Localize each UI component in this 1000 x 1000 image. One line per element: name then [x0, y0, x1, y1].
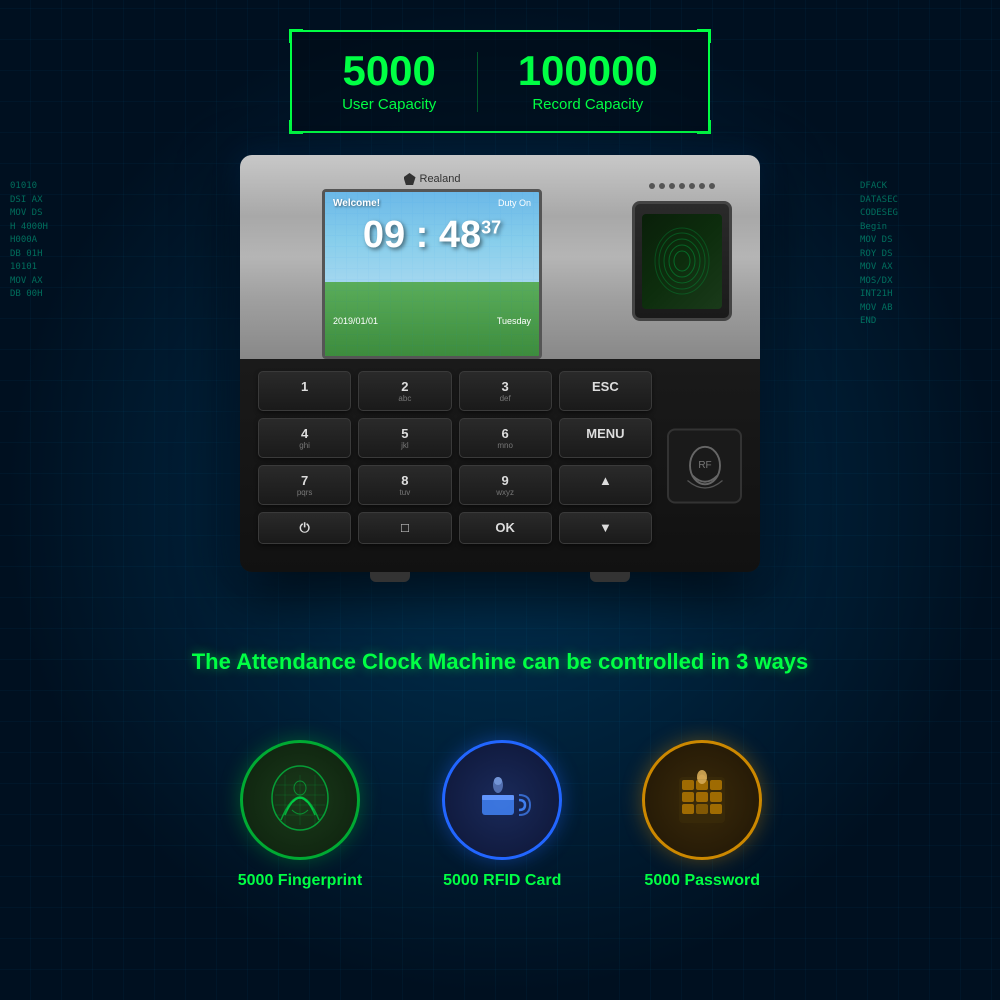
user-capacity-label: User Capacity	[342, 96, 436, 113]
bottom-section: 5000 Fingerprint 5000 RFID Card	[0, 680, 1000, 1000]
lcd-date: 2019/01/01	[333, 316, 378, 326]
tagline-text: The Attendance Clock Machine can be cont…	[30, 649, 970, 675]
feature-rfid: 5000 RFID Card	[442, 740, 562, 890]
record-capacity-number: 100000	[518, 50, 658, 92]
corner-bracket-br	[697, 120, 711, 134]
key--[interactable]: ⏻	[258, 512, 351, 544]
record-capacity-label: Record Capacity	[518, 96, 658, 113]
brand-icon	[404, 173, 416, 185]
stat-divider	[477, 52, 478, 112]
key-2[interactable]: 2abc	[358, 371, 451, 411]
lcd-duty-text: Duty On	[498, 198, 531, 208]
lcd-hours-minutes: 09 : 48	[363, 214, 481, 256]
led-dot-5	[689, 183, 695, 189]
lcd-day: Tuesday	[497, 316, 531, 326]
key-esc[interactable]: ESC	[559, 371, 652, 411]
device-bottom-panel: 12abc3defESC 4ghi5jkl6mnoMENU 7pqrs8tuv9wx…	[240, 359, 760, 572]
key-menu[interactable]: MENU	[559, 418, 652, 458]
key-8[interactable]: 8tuv	[358, 465, 451, 505]
led-dot-4	[679, 183, 685, 189]
feature-circle-fingerprint	[240, 740, 360, 860]
record-capacity-stat: 100000 Record Capacity	[518, 50, 658, 113]
fingerprint-sensor-visual	[652, 224, 712, 299]
user-capacity-number: 5000	[342, 50, 436, 92]
key-3[interactable]: 3def	[459, 371, 552, 411]
key-6[interactable]: 6mno	[459, 418, 552, 458]
led-dot-7	[709, 183, 715, 189]
key-1[interactable]: 1	[258, 371, 351, 411]
feature-fingerprint: 5000 Fingerprint	[238, 740, 362, 890]
corner-bracket-tr	[697, 29, 711, 43]
key-7[interactable]: 7pqrs	[258, 465, 351, 505]
feature-circle-rfid	[442, 740, 562, 860]
led-dot-1	[649, 183, 655, 189]
led-dot-3	[669, 183, 675, 189]
keypad: 12abc3defESC 4ghi5jkl6mnoMENU 7pqrs8tuv9wx…	[258, 371, 652, 544]
feature-rfid-label: 5000 RFID Card	[443, 872, 561, 890]
feature-circle-password	[642, 740, 762, 860]
led-dot-6	[699, 183, 705, 189]
screen-area: Realand Welcome! Duty On 09 : 4837 2019/…	[258, 173, 606, 359]
rfid-icon	[467, 765, 537, 835]
led-dots	[649, 183, 715, 189]
lcd-screen: Welcome! Duty On 09 : 4837 2019/01/01 Tu…	[322, 189, 542, 359]
key--[interactable]: ▲	[559, 465, 652, 505]
rf-card-reader[interactable]: RF	[667, 428, 742, 503]
brand-name: Realand	[420, 173, 461, 185]
lcd-time-display: 09 : 4837	[363, 214, 501, 257]
password-icon	[667, 765, 737, 835]
led-dot-2	[659, 183, 665, 189]
key-9[interactable]: 9wxyz	[459, 465, 552, 505]
key-5[interactable]: 5jkl	[358, 418, 451, 458]
key-ok[interactable]: OK	[459, 512, 552, 544]
key-4[interactable]: 4ghi	[258, 418, 351, 458]
scanner-area	[622, 173, 742, 321]
brand-label: Realand	[404, 173, 461, 185]
tech-text-right: DFACK DATASEC CODESEG Begin MOV DS ROY D…	[860, 180, 990, 329]
attendance-machine: Realand Welcome! Duty On 09 : 4837 2019/…	[240, 155, 760, 572]
feature-fingerprint-label: 5000 Fingerprint	[238, 872, 362, 890]
svg-text:RF: RF	[698, 460, 711, 471]
feature-password: 5000 Password	[642, 740, 762, 890]
scanner-inner	[642, 214, 722, 309]
device-container: Realand Welcome! Duty On 09 : 4837 2019/…	[220, 155, 780, 582]
key--[interactable]: ▼	[559, 512, 652, 544]
features-row: 5000 Fingerprint 5000 RFID Card	[238, 740, 762, 890]
feature-password-label: 5000 Password	[644, 872, 760, 890]
key--[interactable]: □	[358, 512, 451, 544]
lcd-seconds: 37	[481, 217, 501, 237]
device-top-panel: Realand Welcome! Duty On 09 : 4837 2019/…	[240, 155, 760, 359]
fingerprint-icon	[265, 760, 335, 840]
corner-bracket-tl	[289, 29, 303, 43]
corner-bracket-bl	[289, 120, 303, 134]
fingerprint-scanner[interactable]	[632, 201, 732, 321]
capacity-info-box: 5000 User Capacity 100000 Record Capacit…	[290, 30, 710, 133]
user-capacity-stat: 5000 User Capacity	[342, 50, 436, 113]
tech-text-left: 01010 DSI AX MOV DS H 4000H H000A DB 01H…	[10, 180, 140, 302]
lcd-welcome-text: Welcome!	[333, 198, 380, 209]
